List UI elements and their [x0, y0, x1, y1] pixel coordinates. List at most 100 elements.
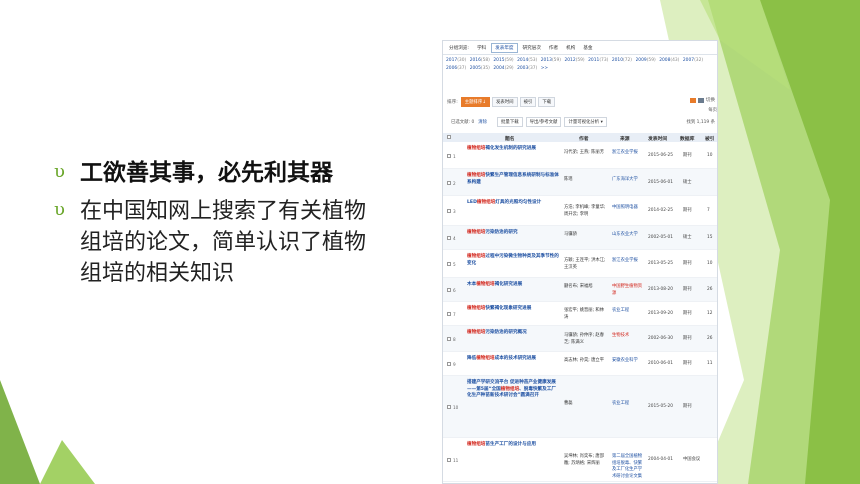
- paper-title-link[interactable]: LED植物组培灯具的光照均匀性设计: [467, 200, 559, 207]
- row-checkbox[interactable]: [447, 236, 451, 240]
- source-link[interactable]: 浙江农业学报: [612, 150, 646, 157]
- year-filter-link[interactable]: 2009(59): [636, 57, 660, 65]
- table-row[interactable]: 2 植物组培快繁生产管理信息系统研制与标准体系构建 陈瑶 广东海洋大学 2015-06-…: [443, 169, 717, 196]
- source-link[interactable]: 农业工程: [612, 308, 646, 315]
- cited-count[interactable]: 12: [707, 311, 717, 318]
- table-row[interactable]: 3 LED植物组培灯具的光照均匀性设计 方浩; 李机峰; 李童华; 周开云; 李明中…: [443, 196, 717, 226]
- source-link[interactable]: 农业工程: [612, 401, 646, 408]
- row-checkbox[interactable]: [447, 262, 451, 266]
- grid-view-icon[interactable]: [697, 97, 704, 103]
- table-row[interactable]: 9 降低植物组培成本的技术研究进展 高志林; 孙昊; 唐立平 安徽农业科学 2010-0…: [443, 352, 717, 376]
- row-checkbox[interactable]: [447, 288, 451, 292]
- group-tab[interactable]: 基金: [580, 44, 595, 52]
- header-database[interactable]: 数据库: [680, 135, 694, 142]
- action-button[interactable]: 批量下载: [497, 117, 523, 127]
- row-checkbox[interactable]: [447, 337, 451, 341]
- header-date[interactable]: 发表时间: [648, 135, 667, 142]
- sort-button[interactable]: 被引: [519, 97, 537, 107]
- year-filter-link[interactable]: 2015(59): [493, 57, 517, 65]
- author-cell[interactable]: 马骥骄; 孙仲序; 赵春芝; 陈满义: [564, 333, 608, 346]
- header-author[interactable]: 作者: [579, 135, 589, 142]
- year-filter-link[interactable]: 2007(32): [683, 57, 707, 65]
- table-row[interactable]: 1 植物组培褐化发生机制的研究进展 冯代弟; 王燕; 陈丽芳 浙江农业学报 2015-0…: [443, 142, 717, 169]
- table-row[interactable]: 11 植物组培苗生产工厂的设计与应用 吴坤林; 肖奕布; 唐邵雕; 苏炳格; 宋辉丽…: [443, 438, 717, 482]
- cited-count[interactable]: 10: [707, 261, 717, 268]
- sort-button[interactable]: 下载: [538, 97, 556, 107]
- row-checkbox[interactable]: [447, 209, 451, 213]
- source-link[interactable]: 中国野生植物资源: [612, 284, 646, 297]
- author-cell[interactable]: 方颖; 王连平; 洪木江; 王汉英: [564, 258, 608, 271]
- row-checkbox[interactable]: [447, 362, 451, 366]
- author-cell[interactable]: 高志林; 孙昊; 唐立平: [564, 358, 608, 365]
- year-filter-link[interactable]: 2004(29): [493, 65, 517, 73]
- cited-count[interactable]: 10: [707, 153, 717, 160]
- source-link[interactable]: 安徽农业科学: [612, 358, 646, 365]
- year-filter-link[interactable]: 2008(43): [659, 57, 683, 65]
- paper-title-link[interactable]: 降低植物组培成本的技术研究进展: [467, 356, 559, 363]
- year-filter-link[interactable]: 2013(59): [541, 57, 565, 65]
- table-row[interactable]: 7 植物组培快繁褐化现象研究进展 张宏平; 姚晋丽; 和林涛 农业工程 2013-09-…: [443, 302, 717, 326]
- cited-count[interactable]: 11: [707, 361, 717, 368]
- group-tab[interactable]: 机构: [563, 44, 578, 52]
- row-checkbox[interactable]: [447, 405, 451, 409]
- cited-count[interactable]: 7: [707, 208, 717, 215]
- select-all-checkbox[interactable]: [447, 135, 451, 139]
- year-filter-link[interactable]: 2012(59): [564, 57, 588, 65]
- row-checkbox[interactable]: [447, 153, 451, 158]
- paper-title-link[interactable]: 植物组培过程中污染微生物种类及其季节性的变化: [467, 254, 559, 267]
- group-tab[interactable]: 发表年度: [491, 42, 518, 53]
- group-tab[interactable]: 作者: [546, 44, 561, 52]
- sort-button[interactable]: 主题排序↓: [460, 97, 490, 107]
- action-button[interactable]: 计量可视化分析 ▾: [564, 117, 607, 127]
- year-filter-link[interactable]: 2016(58): [470, 57, 494, 65]
- paper-title-link[interactable]: 植物组培苗生产工厂的设计与应用: [467, 442, 559, 449]
- source-link[interactable]: 中国照明电器: [612, 205, 646, 212]
- per-page-label[interactable]: 每页: [708, 107, 717, 113]
- view-switch[interactable]: 切换: [689, 97, 715, 103]
- header-title[interactable]: 题名: [505, 135, 515, 142]
- year-filter-link[interactable]: 2003(37): [517, 65, 541, 73]
- year-filter-link[interactable]: 2014(53): [517, 57, 541, 65]
- sort-button[interactable]: 发表时间: [492, 97, 518, 107]
- source-link[interactable]: 生物技术: [612, 333, 646, 340]
- paper-title-link[interactable]: 植物组培褐化发生机制的研究进展: [467, 146, 559, 153]
- year-filter-link[interactable]: 2005(35): [470, 65, 494, 73]
- year-filter-link[interactable]: >>: [541, 65, 565, 73]
- author-cell[interactable]: 陈瑶: [564, 177, 608, 184]
- source-link[interactable]: 山东农业大学: [612, 232, 646, 239]
- header-cited[interactable]: 被引: [705, 135, 715, 142]
- year-filter-link[interactable]: 2006(37): [446, 65, 470, 73]
- author-cell[interactable]: 张宏平; 姚晋丽; 和林涛: [564, 308, 608, 321]
- source-link[interactable]: 浙江农业学报: [612, 258, 646, 265]
- year-filter-link[interactable]: 2010(72): [612, 57, 636, 65]
- cited-count[interactable]: 15: [707, 235, 717, 242]
- row-checkbox[interactable]: [447, 312, 451, 316]
- author-cell[interactable]: 吴坤林; 肖奕布; 唐邵雕; 苏炳格; 宋辉丽: [564, 454, 608, 467]
- paper-title-link[interactable]: 植物组培快繁生产管理信息系统研制与标准体系构建: [467, 173, 559, 186]
- author-cell[interactable]: 曹磊: [564, 401, 608, 408]
- author-cell[interactable]: 冯代弟; 王燕; 陈丽芳: [564, 150, 608, 157]
- header-source[interactable]: 来源: [620, 135, 630, 142]
- author-cell[interactable]: 方浩; 李机峰; 李童华; 周开云; 李明: [564, 205, 608, 218]
- row-checkbox[interactable]: [447, 458, 451, 462]
- author-cell[interactable]: 蒯名布; 宋福旭: [564, 284, 608, 291]
- year-filter-link[interactable]: 2017(30): [446, 57, 470, 65]
- row-checkbox[interactable]: [447, 180, 451, 185]
- paper-title-link[interactable]: 植物组培污染防治的研究概况: [467, 330, 559, 337]
- list-view-icon[interactable]: [689, 97, 696, 103]
- table-row[interactable]: 8 植物组培污染防治的研究概况 马骥骄; 孙仲序; 赵春芝; 陈满义 生物技术 2002…: [443, 326, 717, 352]
- table-row[interactable]: 4 植物组培污染防治的研究 马骥骄 山东农业大学 2002-05-01 硕士 15: [443, 226, 717, 250]
- cited-count[interactable]: 26: [707, 287, 717, 294]
- clear-link[interactable]: 清除: [478, 119, 487, 125]
- table-row[interactable]: 5 植物组培过程中污染微生物种类及其季节性的变化 方颖; 王连平; 洪木江; 王汉英…: [443, 250, 717, 278]
- action-button[interactable]: 导出/参考文献: [525, 117, 562, 127]
- author-cell[interactable]: 马骥骄: [564, 232, 608, 239]
- paper-title-link[interactable]: 木本植物组培褐化研究进展: [467, 282, 559, 289]
- paper-title-link[interactable]: 搭建产学研交流平台 促进种苗产业健康发展——第5届“全国植物组培、脱毒快繁及工厂…: [467, 380, 559, 400]
- source-link[interactable]: 广东海洋大学: [612, 177, 646, 184]
- group-tab[interactable]: 研究层次: [520, 44, 544, 52]
- group-tab[interactable]: 学科: [474, 44, 489, 52]
- paper-title-link[interactable]: 植物组培污染防治的研究: [467, 230, 559, 237]
- paper-title-link[interactable]: 植物组培快繁褐化现象研究进展: [467, 306, 559, 313]
- table-row[interactable]: 10 搭建产学研交流平台 促进种苗产业健康发展——第5届“全国植物组培、脱毒快繁及…: [443, 376, 717, 438]
